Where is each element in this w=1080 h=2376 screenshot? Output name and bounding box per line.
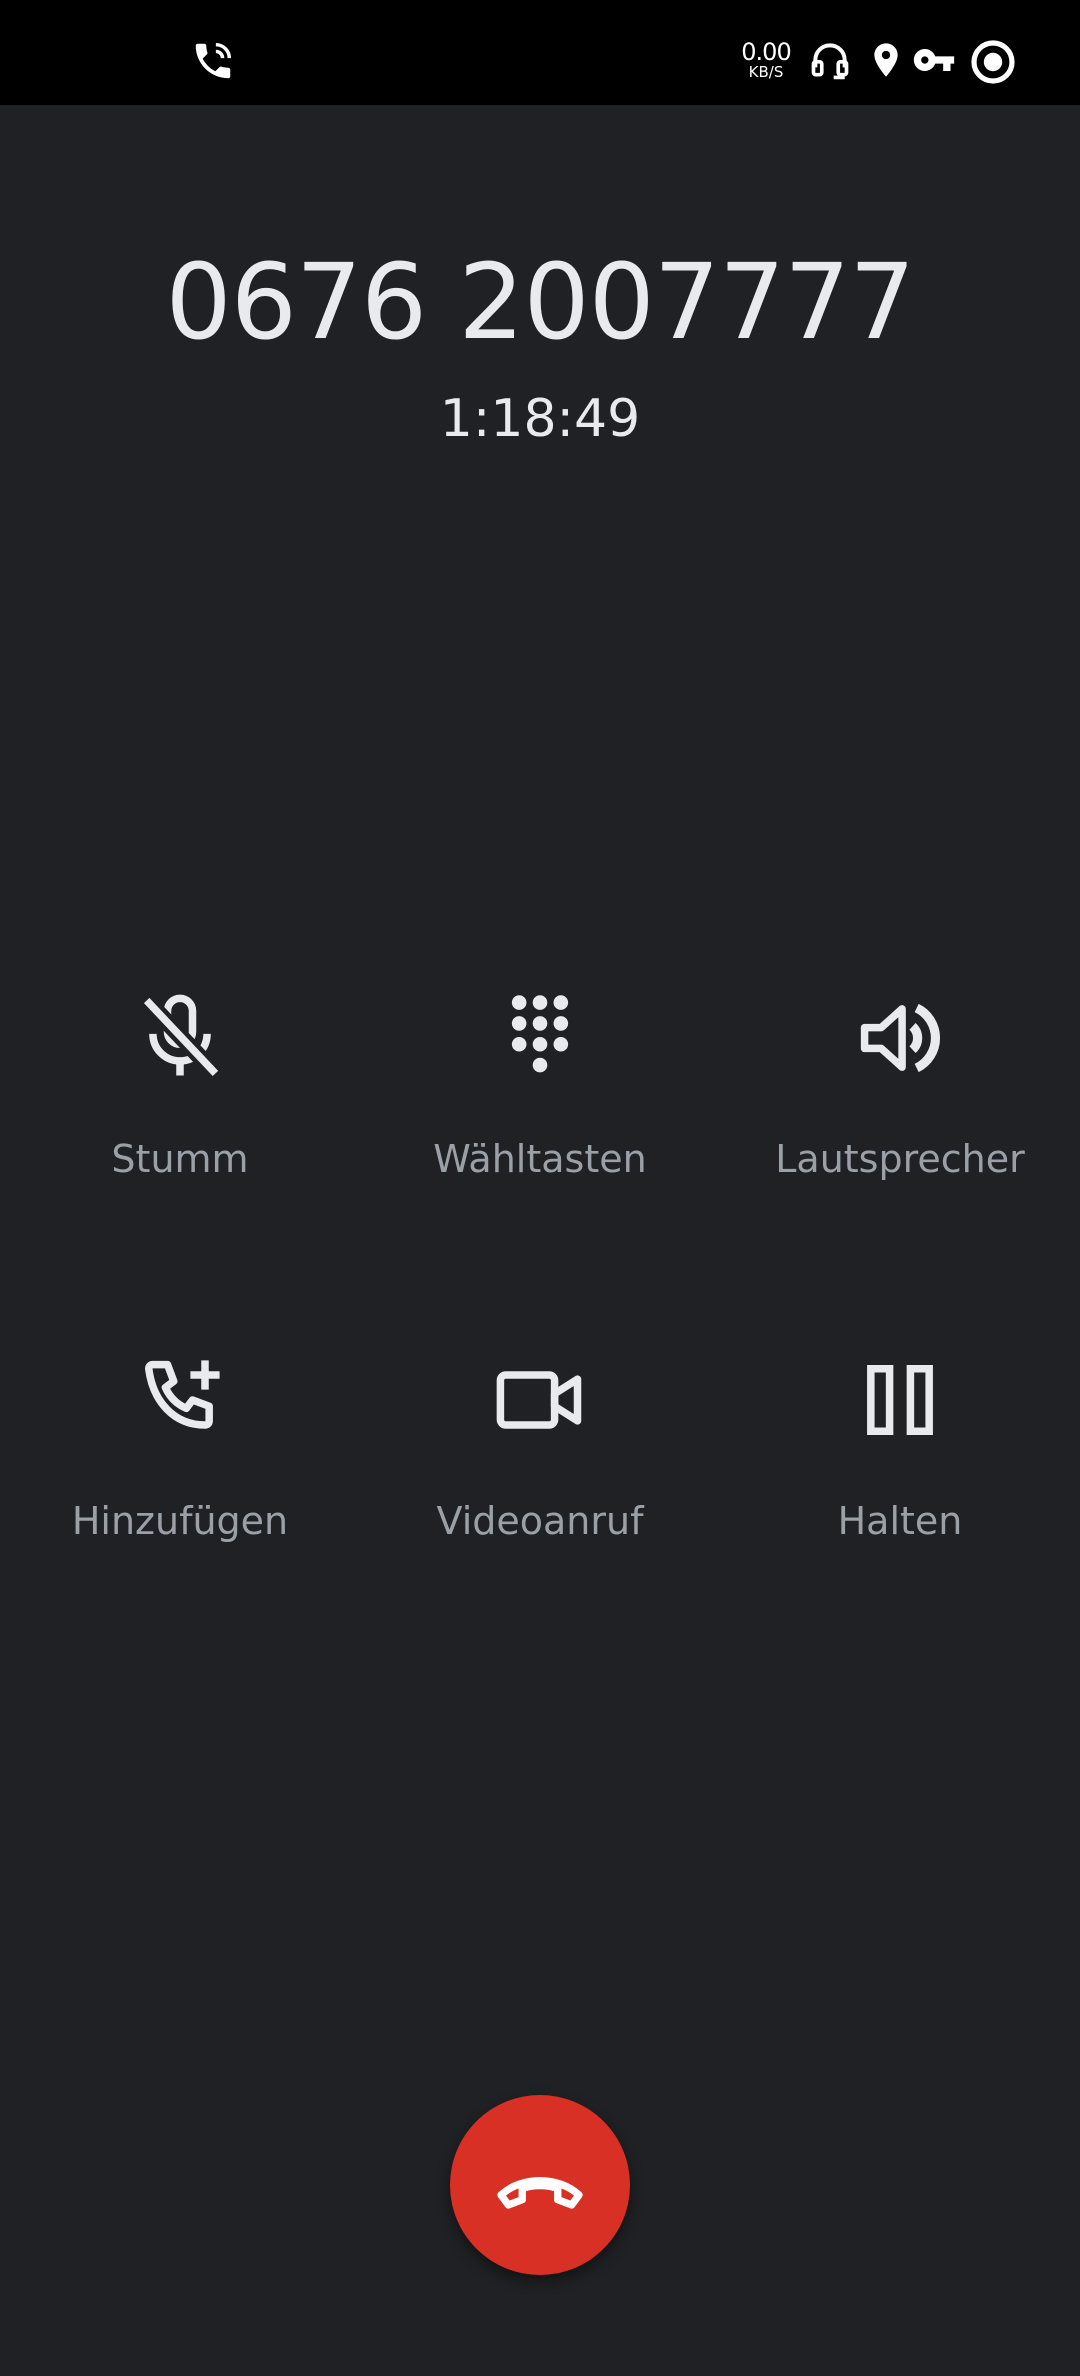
speaker-label: Lautsprecher bbox=[775, 1137, 1025, 1181]
mic-off-icon bbox=[130, 988, 230, 1088]
caller-number: 0676 2007777 bbox=[165, 241, 916, 363]
network-speed: 0.00 KB/S bbox=[738, 40, 794, 80]
end-call-button[interactable] bbox=[450, 2095, 630, 2275]
status-bar: 0.00 KB/S bbox=[0, 0, 1080, 105]
videocam-icon bbox=[490, 1350, 590, 1450]
location-icon bbox=[866, 38, 906, 82]
vpn-key-icon bbox=[912, 38, 956, 82]
volume-icon bbox=[850, 988, 950, 1088]
hold-button[interactable]: Halten bbox=[720, 1350, 1080, 1540]
keypad-button[interactable]: Wähltasten bbox=[360, 988, 720, 1178]
network-speed-value: 0.00 bbox=[741, 38, 791, 66]
add-call-icon bbox=[130, 1350, 230, 1450]
dialpad-icon bbox=[490, 988, 590, 1088]
network-speed-unit: KB/S bbox=[748, 63, 784, 81]
wifi-calling-icon bbox=[190, 38, 236, 84]
video-call-button[interactable]: Videoanruf bbox=[360, 1350, 720, 1540]
add-call-button[interactable]: Hinzufügen bbox=[0, 1350, 360, 1540]
video-call-label: Videoanruf bbox=[436, 1499, 644, 1543]
keypad-label: Wähltasten bbox=[433, 1137, 647, 1181]
add-call-label: Hinzufügen bbox=[71, 1499, 289, 1543]
record-icon bbox=[969, 38, 1017, 86]
hold-label: Halten bbox=[837, 1499, 963, 1543]
pause-icon bbox=[850, 1350, 950, 1450]
call-duration: 1:18:49 bbox=[439, 389, 641, 449]
speaker-button[interactable]: Lautsprecher bbox=[720, 988, 1080, 1178]
mute-label: Stumm bbox=[111, 1137, 249, 1181]
call-end-icon bbox=[488, 2133, 592, 2237]
headset-icon bbox=[808, 38, 852, 82]
mute-button[interactable]: Stumm bbox=[0, 988, 360, 1178]
